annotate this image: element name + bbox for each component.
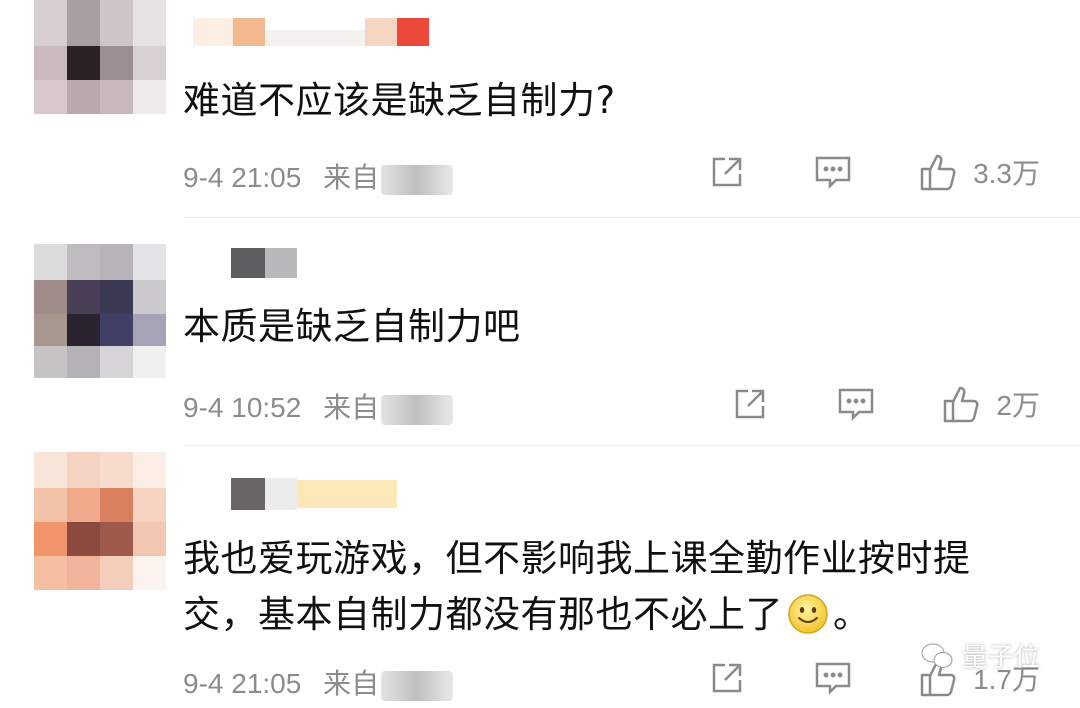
comment-time: 9-4 10:52 [183, 392, 302, 423]
avatar[interactable] [34, 244, 166, 384]
avatar[interactable] [34, 0, 166, 140]
comment-text-end: 。 [833, 593, 871, 636]
watermark: 量子位 [920, 637, 1040, 674]
comment-meta: 9-4 10:52 来自 [183, 386, 454, 426]
source-label: 来自 [323, 162, 380, 193]
comment-actions: 3.3万 [707, 152, 1040, 192]
comment-icon[interactable] [813, 152, 853, 192]
avatar[interactable] [34, 452, 166, 592]
share-icon[interactable] [707, 152, 747, 192]
comment-time: 9-4 21:05 [183, 162, 302, 193]
comment-item: 我也爱玩游戏，但不影响我上课全勤作业按时提 交，基本自制力都没有那也不必上了 。… [0, 446, 1080, 708]
comment-text: 本质是缺乏自制力吧 [183, 305, 521, 348]
comment-meta: 9-4 21:05 来自 [183, 156, 454, 196]
source-label: 来自 [323, 668, 380, 699]
smile-emoji-icon [787, 593, 829, 635]
like-count: 3.3万 [973, 158, 1040, 189]
comment-item: 本质是缺乏自制力吧 9-4 10:52 来自 2万 [0, 218, 1080, 446]
username-blurred[interactable] [183, 12, 443, 52]
like-button[interactable]: 3.3万 [919, 152, 1040, 192]
comment-actions: 2万 [730, 384, 1040, 424]
like-button[interactable]: 2万 [942, 384, 1040, 424]
source-blurred [381, 164, 454, 195]
share-icon[interactable] [707, 658, 747, 698]
comment-text: 难道不应该是缺乏自制力? [183, 79, 616, 122]
comment-item: 难道不应该是缺乏自制力? 9-4 21:05 来自 3.3万 [0, 0, 1080, 218]
username-blurred[interactable] [183, 244, 323, 284]
source-label: 来自 [323, 392, 380, 423]
comment-text-line-2: 交，基本自制力都没有那也不必上了 。 [183, 586, 871, 644]
comment-time: 9-4 21:05 [183, 668, 302, 699]
thumbs-up-icon [919, 152, 959, 192]
watermark-text: 量子位 [961, 643, 1040, 673]
comment-text-line-1: 我也爱玩游戏，但不影响我上课全勤作业按时提 [183, 537, 971, 580]
wechat-icon [920, 641, 954, 671]
source-blurred [381, 394, 454, 425]
comment-meta: 9-4 21:05 来自 [183, 662, 454, 702]
comment-icon[interactable] [836, 384, 876, 424]
share-icon[interactable] [730, 384, 770, 424]
like-count: 2万 [996, 390, 1040, 421]
comment-icon[interactable] [813, 658, 853, 698]
username-blurred[interactable] [183, 474, 413, 514]
thumbs-up-icon [942, 384, 982, 424]
comment-text-line-2-body: 交，基本自制力都没有那也不必上了 [183, 593, 783, 636]
source-blurred [381, 670, 454, 701]
